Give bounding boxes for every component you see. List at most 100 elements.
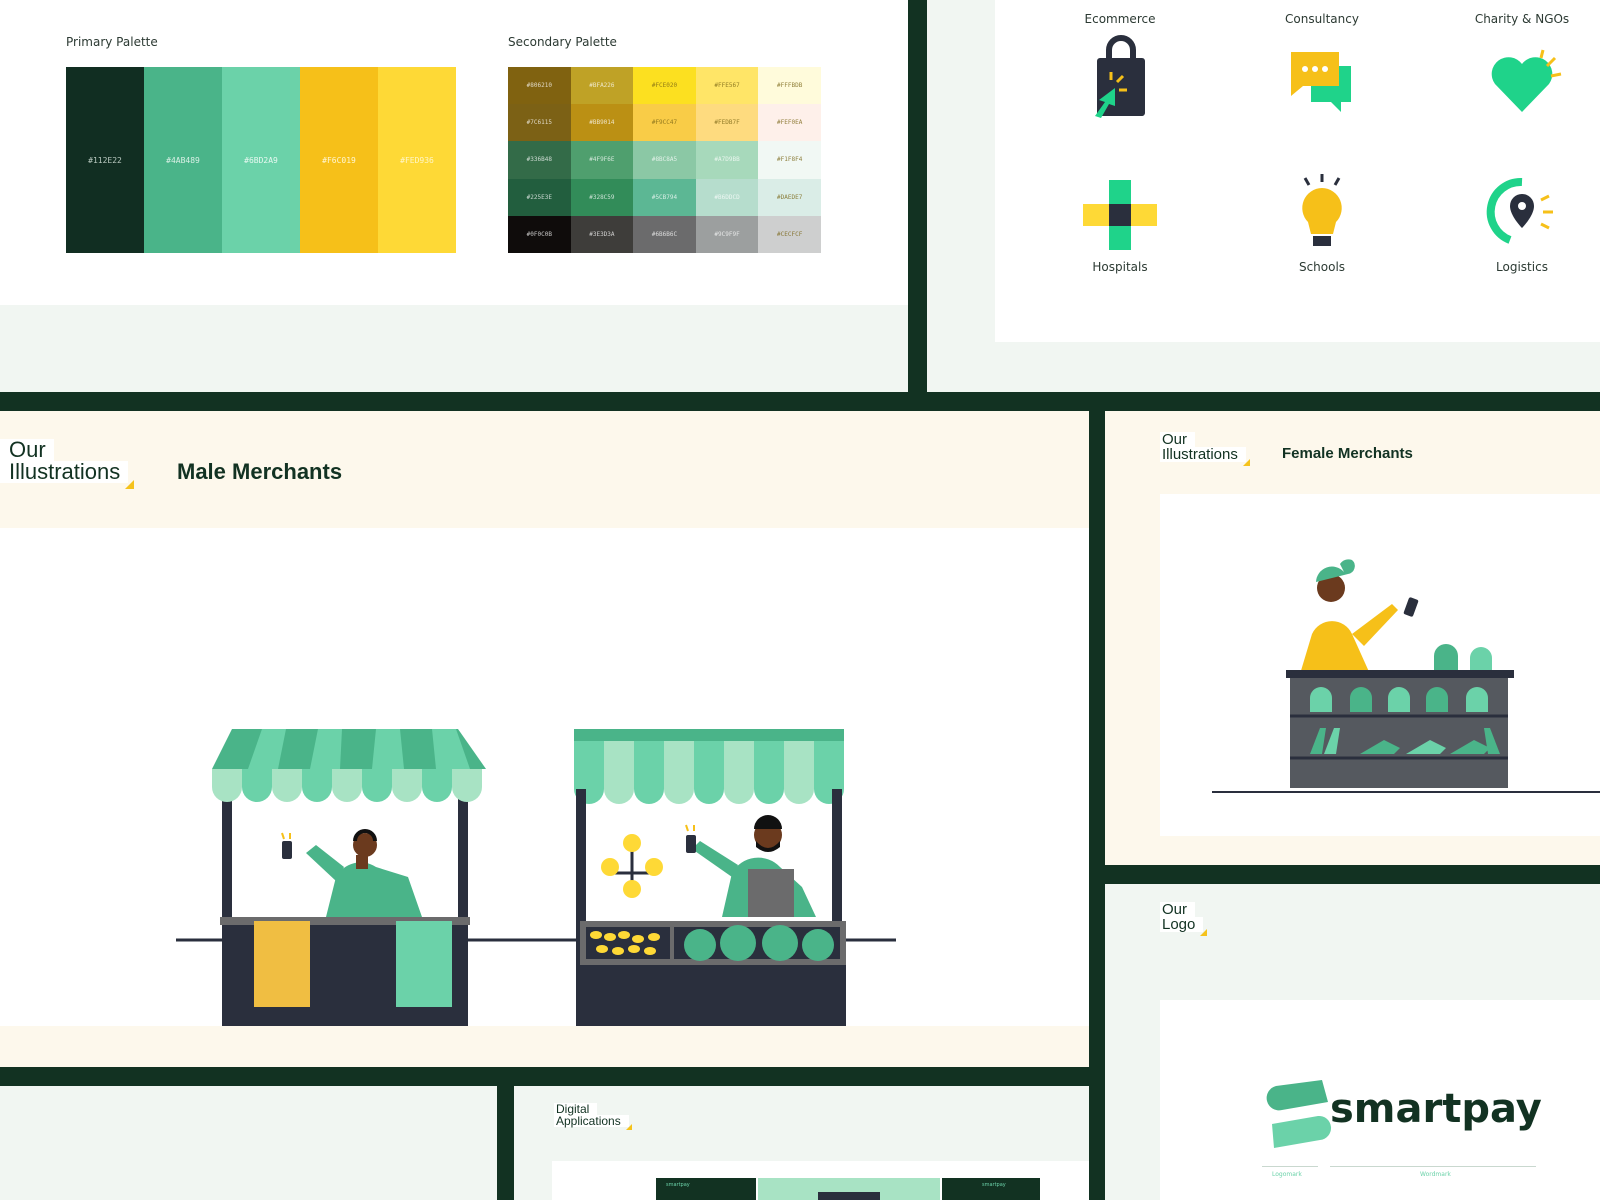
wordmark-rule (1330, 1166, 1536, 1167)
section-tag: Our Logo (1160, 902, 1208, 936)
tag-corner-accent (1200, 929, 1208, 936)
category-schools: Schools (1247, 170, 1397, 274)
category-label: Charity & NGOs (1474, 12, 1570, 26)
section-tag: Our Illustrations (0, 439, 135, 489)
logo-card: Our Logo smartpay Logomark Wordmark (1105, 884, 1600, 1200)
swatch-hex-label: #336B48 (526, 156, 552, 164)
category-consultancy: Consultancy (1247, 12, 1397, 122)
swatch-hex-label: #FEF0EA (777, 119, 803, 127)
logo-panel: smartpay Logomark Wordmark (1160, 1000, 1600, 1200)
secondary-swatch: #225E3E (508, 178, 571, 216)
secondary-swatch: #3E3D3A (570, 215, 634, 253)
palette-card: Primary Palette Secondary Palette #112E2… (0, 0, 908, 392)
swatch-hex-label: #F9CC47 (651, 119, 678, 127)
primary-swatch: #FED936 (378, 67, 456, 253)
category-label: Hospitals (1092, 260, 1148, 274)
app-brand-text: smartpay (666, 1182, 690, 1188)
secondary-swatch: #B6DDCD (695, 178, 759, 216)
category-hospitals: Hospitals (1045, 170, 1195, 274)
category-ecommerce: Ecommerce (1045, 12, 1195, 122)
tag-word: Illustrations (1160, 447, 1246, 462)
swatch-hex-label: #FEDB7F (714, 119, 740, 127)
category-charity: Charity & NGOs (1447, 12, 1597, 122)
category-label: Ecommerce (1084, 12, 1156, 26)
swatch-hex-label: #FCE020 (651, 82, 678, 90)
swatch-hex-label: #0F0C0B (526, 230, 552, 238)
shopping-bag-icon (1095, 35, 1145, 118)
section-tag: Digital Applications (554, 1103, 632, 1130)
secondary-swatch: #BFA226 (570, 67, 634, 105)
primary-swatches: #112E22 #4AB489 #6BD2A9 #F6C019 #FED936 (66, 67, 456, 253)
female-illustration-panel (1160, 494, 1600, 836)
app-device-base (818, 1192, 880, 1200)
secondary-swatch: #FFFBDB (758, 67, 821, 105)
primary-swatch: #F6C019 (300, 67, 378, 253)
secondary-swatch-grid: #806210 #BFA226 #FCE020 #FFE567 #FFFBDB #7C61… (508, 67, 821, 253)
medical-cross-icon (1083, 180, 1157, 250)
secondary-swatch: #8BC8A5 (633, 141, 696, 179)
female-merchant-illustration (1212, 559, 1600, 793)
secondary-swatch: #336B48 (508, 141, 571, 179)
tag-word: Applications (554, 1115, 629, 1127)
tag-our: Our (1160, 902, 1196, 917)
male-merchants-illustration (176, 729, 896, 1059)
app-screen-dark-2: smartpay (942, 1178, 1040, 1200)
tag-our: Our (1160, 432, 1196, 447)
digital-applications-card: Digital Applications smartpay smartpay (514, 1086, 1089, 1200)
secondary-swatch: #DAEDE7 (758, 178, 821, 216)
primary-swatch: #6BD2A9 (222, 67, 300, 253)
secondary-swatch: #CECFCF (758, 215, 821, 253)
bottom-left-card (0, 1086, 497, 1200)
wordmark-caption: Wordmark (1420, 1171, 1451, 1178)
primary-swatch: #4AB489 (144, 67, 222, 253)
swatch-hex-label: #4AB489 (166, 155, 200, 165)
primary-swatch: #112E22 (66, 67, 144, 253)
secondary-swatch: #FFE567 (695, 67, 759, 105)
swatch-hex-label: #BFA226 (589, 82, 615, 90)
swatch-hex-label: #7C6115 (526, 119, 552, 127)
smartpay-wordmark: smartpay (1330, 1086, 1542, 1132)
secondary-swatch: #A7D9BB (695, 141, 759, 179)
swatch-hex-label: #DAEDE7 (777, 193, 803, 201)
category-label: Consultancy (1285, 12, 1359, 26)
swatch-hex-label: #112E22 (88, 155, 122, 165)
tag-corner-accent (625, 1124, 632, 1130)
primary-palette-title: Primary Palette (66, 35, 158, 49)
male-merchants-card: Our Illustrations Male Merchants (0, 411, 1089, 1067)
section-title: Male Merchants (177, 459, 343, 484)
digital-applications-panel: smartpay smartpay (552, 1161, 1089, 1200)
swatch-hex-label: #225E3E (526, 193, 552, 201)
category-logistics: Logistics (1447, 170, 1597, 274)
section-tag: Our Illustrations (1160, 432, 1250, 466)
swatch-hex-label: #5CB794 (651, 193, 678, 201)
category-label: Schools (1298, 260, 1346, 274)
secondary-swatch: #F1F8F4 (758, 141, 821, 179)
secondary-swatch: #9C9F9F (695, 215, 759, 253)
swatch-hex-label: #BB9014 (589, 119, 615, 127)
section-title: Female Merchants (1282, 445, 1413, 462)
swatch-hex-label: #806210 (526, 82, 552, 90)
swatch-hex-label: #FFE567 (714, 82, 740, 90)
app-screen-mint (758, 1178, 940, 1200)
location-pin-icon (1486, 177, 1553, 244)
swatch-hex-label: #B6DDCD (714, 193, 740, 201)
app-brand-text: smartpay (982, 1182, 1006, 1188)
tag-our: Our (0, 439, 54, 461)
light-bulb-icon (1302, 174, 1342, 246)
swatch-hex-label: #3E3D3A (589, 230, 615, 238)
secondary-swatch: #4F9F6E (570, 141, 634, 179)
male-illustration-panel (0, 528, 1089, 1059)
secondary-swatch: #7C6115 (508, 104, 571, 142)
secondary-swatch: #5CB794 (633, 178, 696, 216)
cloth-stall (212, 729, 486, 1059)
logomark-caption: Logomark (1272, 1171, 1302, 1178)
swatch-hex-label: #FFFBDB (777, 82, 803, 90)
tag-corner-accent (125, 480, 135, 489)
chat-bubbles-icon (1291, 52, 1351, 112)
tag-corner-accent (1242, 459, 1250, 466)
swatch-hex-label: #6B6B6C (651, 230, 678, 238)
swatch-hex-label: #F1F8F4 (777, 156, 803, 164)
secondary-palette-title: Secondary Palette (508, 35, 617, 49)
secondary-swatch: #FEDB7F (695, 104, 759, 142)
swatch-hex-label: #4F9F6E (589, 156, 615, 164)
